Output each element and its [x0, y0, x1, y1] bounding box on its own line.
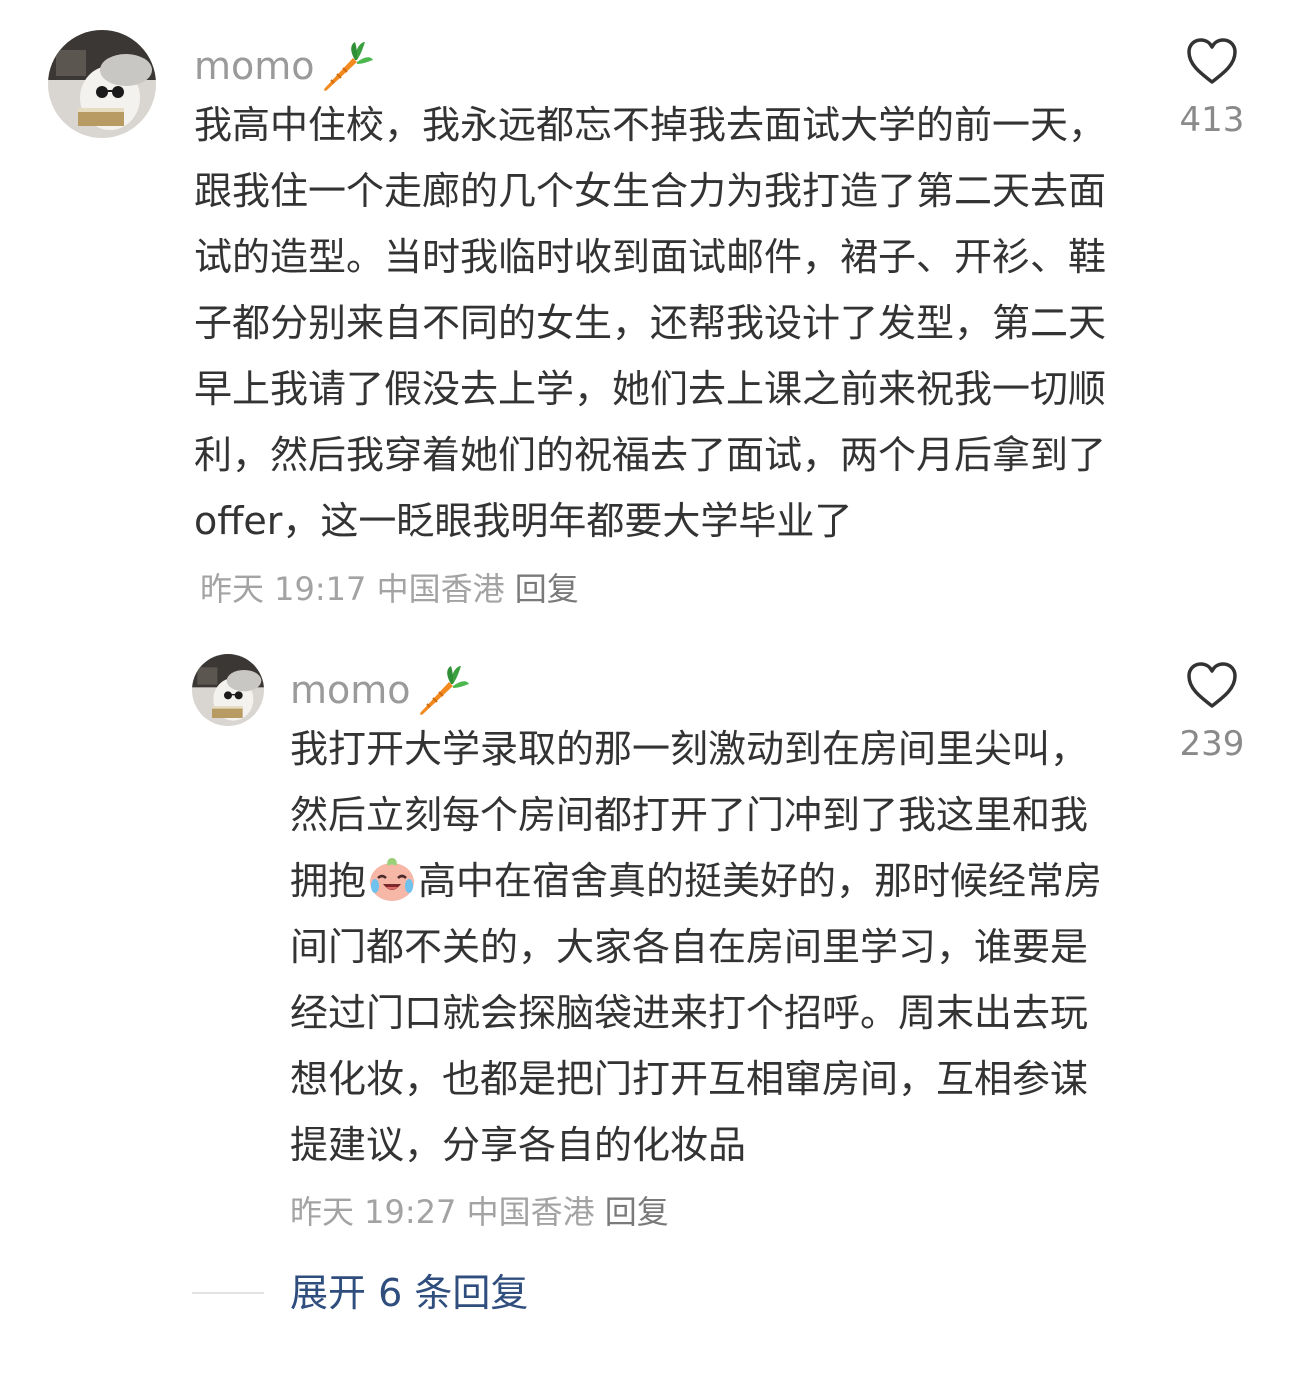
avatar[interactable] [192, 654, 264, 726]
like-count: 239 [1179, 724, 1245, 764]
heart-outline-icon [1162, 660, 1262, 710]
reply-location: 中国香港 [466, 1193, 595, 1231]
reply-text: 我打开大学录取的那一刻激动到在房间里尖叫，然后立刻每个房间都打开了门冲到了我这里… [290, 716, 1125, 1178]
username-text: momo [194, 44, 315, 88]
avatar[interactable] [48, 30, 156, 138]
comment-item: momo 我高中住校，我永远都忘不掉我去面试大学的前一天，跟我住一个走廊的几个女… [0, 0, 1290, 620]
reply-item: momo 我打开大学录取的那一刻激动到在房间里尖叫，然后立刻每个房间都打开了门冲… [0, 620, 1290, 1250]
comment-body: 我高中住校，我永远都忘不掉我去面试大学的前一天，跟我住一个走廊的几个女生合力为我… [194, 103, 1107, 543]
comment-meta: 昨天 19:17 中国香港 回复 [200, 570, 579, 608]
reply-body-end: 高中在宿舍真的挺美好的，那时候经常房间门都不关的，大家各自在房间里学习，谁要是经… [290, 859, 1103, 1167]
heart-outline-icon [1162, 36, 1262, 86]
comment-text: 我高中住校，我永远都忘不掉我去面试大学的前一天，跟我住一个走廊的几个女生合力为我… [194, 92, 1129, 622]
carrot-icon [317, 38, 373, 94]
username-text: momo [290, 668, 411, 712]
reply-time: 昨天 19:27 [290, 1193, 457, 1231]
like-button[interactable]: 413 [1162, 36, 1262, 140]
avatar-cat-image [192, 654, 264, 726]
reply-button[interactable]: 回复 [605, 1193, 669, 1231]
crying-laughing-sticker-icon [366, 852, 418, 904]
comment-username[interactable]: momo [194, 38, 373, 94]
reply-username[interactable]: momo [290, 662, 469, 718]
carrot-icon [413, 662, 469, 718]
avatar-cat-image [48, 30, 156, 138]
like-button[interactable]: 239 [1162, 660, 1262, 764]
comment-location: 中国香港 [376, 570, 505, 608]
comment-time: 昨天 19:17 [200, 570, 367, 608]
reply-meta: 昨天 19:27 中国香港 回复 [290, 1192, 669, 1232]
expand-divider [192, 1292, 264, 1294]
like-count: 413 [1179, 100, 1245, 140]
expand-replies-button[interactable]: 展开 6 条回复 [290, 1270, 528, 1316]
reply-button[interactable]: 回复 [515, 570, 579, 608]
